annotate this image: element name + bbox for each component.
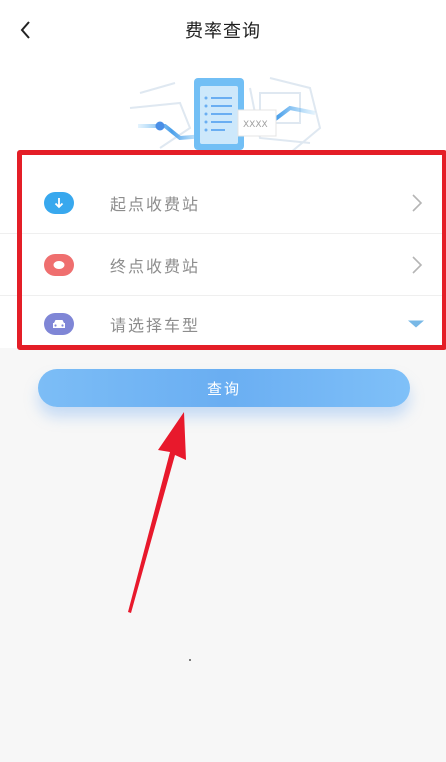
start-station-icon-badge: [44, 191, 74, 214]
stray-dot: [189, 659, 191, 661]
chevron-right-icon: [412, 255, 423, 274]
start-station-label: 起点收费站: [110, 194, 201, 214]
download-arrow-icon: [54, 197, 64, 208]
illustration-card-text: XXXX: [243, 120, 268, 130]
annotation-arrow: [128, 412, 186, 613]
query-button[interactable]: 查询: [38, 369, 410, 407]
caret-down-icon: [408, 320, 424, 328]
query-button-label: 查询: [206, 379, 241, 398]
end-station-label: 终点收费站: [110, 256, 201, 276]
chevron-right-icon: [412, 193, 423, 212]
car-icon: [53, 320, 65, 328]
toll-form: 起点收费站 终点收费站 请选择车型: [0, 172, 446, 352]
vehicle-type-select[interactable]: 请选择车型: [0, 296, 446, 352]
end-station-row[interactable]: 终点收费站: [0, 234, 446, 296]
circle-dot-icon: [53, 260, 65, 269]
vehicle-type-label: 请选择车型: [110, 316, 201, 335]
nav-bar: 费率查询: [0, 0, 446, 60]
page-title: 费率查询: [185, 21, 261, 42]
vehicle-icon-badge: [44, 313, 74, 335]
start-station-row[interactable]: 起点收费站: [0, 172, 446, 234]
toll-illustration: XXXX: [129, 77, 322, 154]
end-station-icon-badge: [44, 253, 74, 276]
